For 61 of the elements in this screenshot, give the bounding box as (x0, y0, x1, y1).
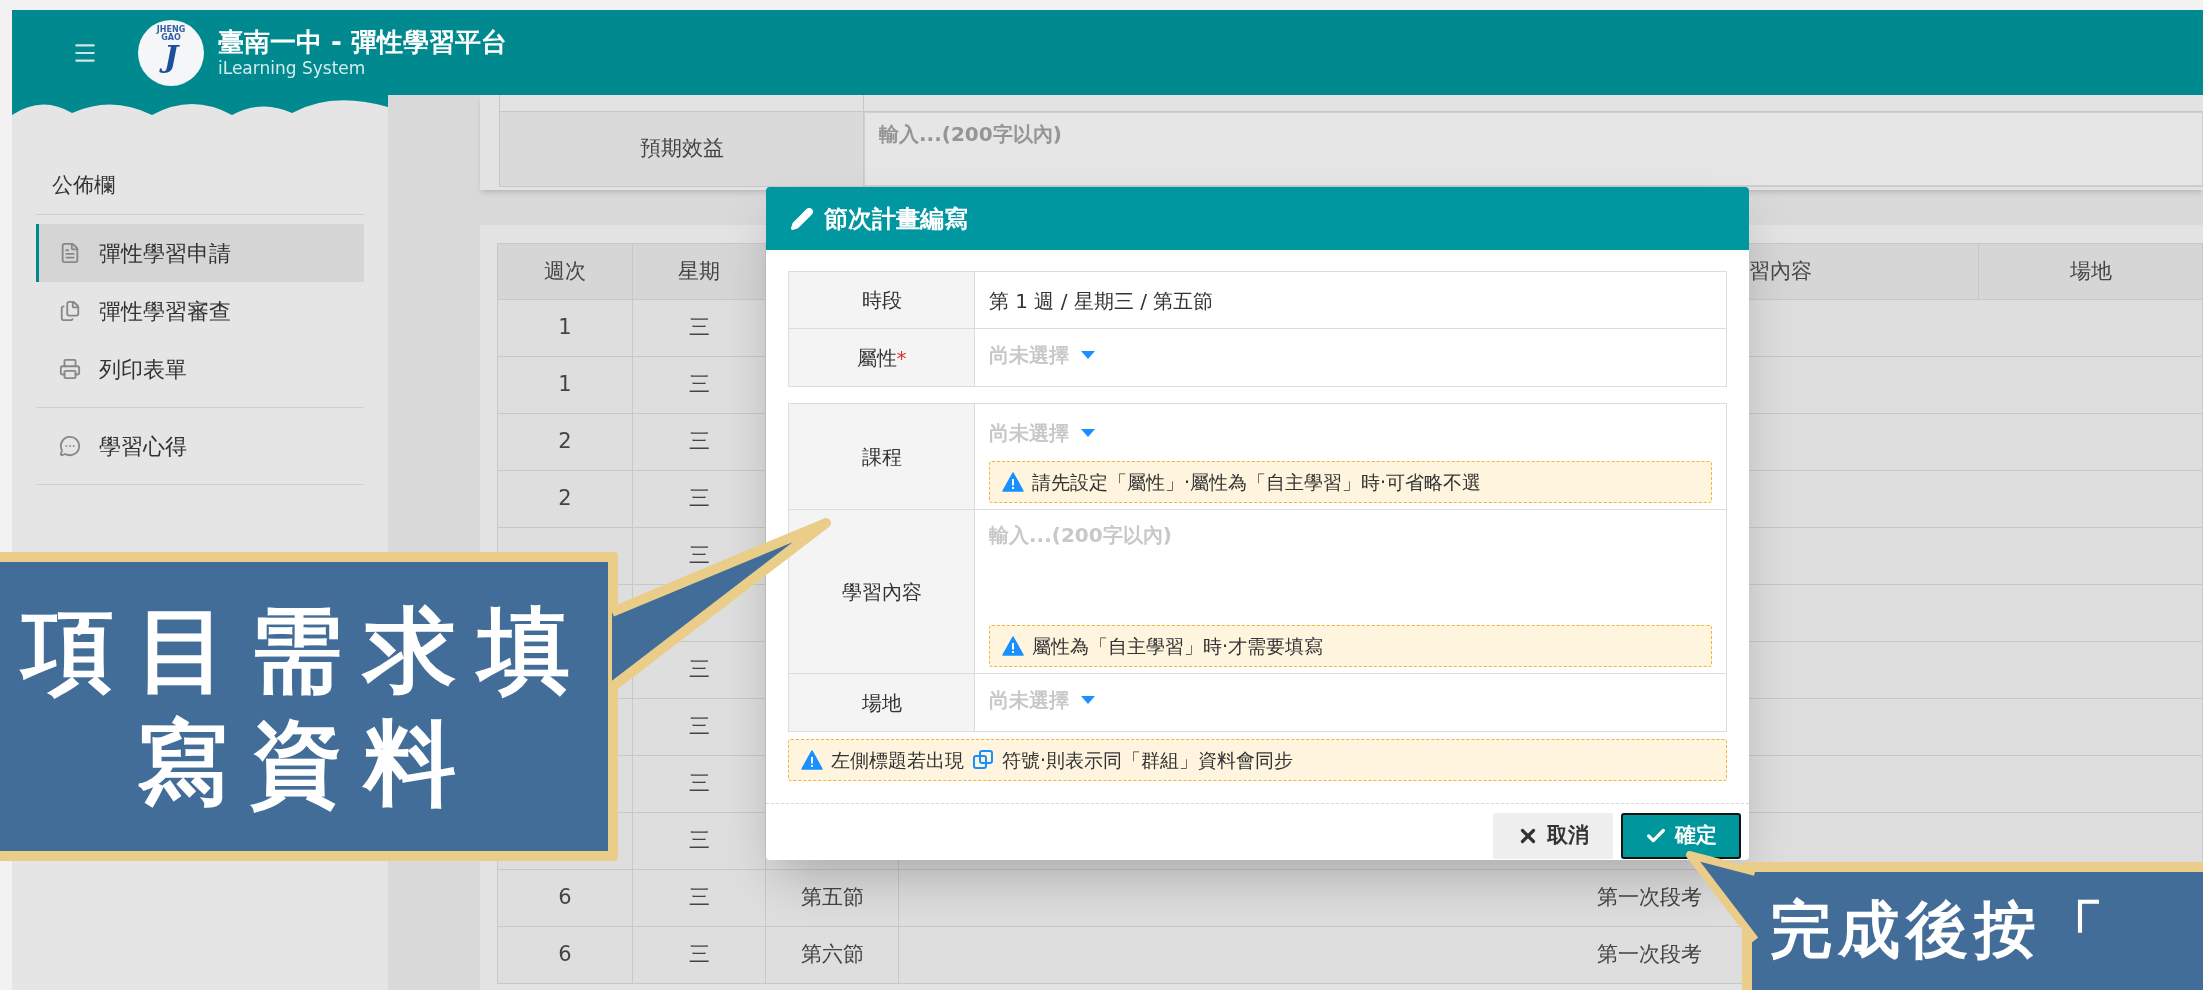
table-cell-text: 三 (688, 656, 710, 684)
callout-text: 完成後按「 (1770, 893, 2110, 966)
table-cell-text: 2 (558, 428, 572, 456)
table-cell-text: 第六節 (800, 941, 864, 969)
sidebar-item[interactable]: 彈性學習審查 (36, 282, 364, 340)
field-label: 學習內容 (841, 578, 922, 606)
confirm-button[interactable]: 確定 (1621, 813, 1741, 859)
warning-icon (1002, 472, 1024, 492)
table-cell-text: 三 (688, 941, 710, 969)
dialog-title: 節次計畫編寫 (824, 203, 968, 235)
caret-icon (1081, 428, 1095, 437)
table-cell-text: 三 (688, 428, 710, 456)
column-header: 週次 (498, 244, 633, 299)
table-cell-text: 2 (558, 485, 572, 513)
table-cell-text: 1 (558, 314, 572, 342)
warning-icon (801, 750, 823, 770)
cancel-button[interactable]: 取消 (1493, 813, 1613, 859)
field-label: 課程 (861, 443, 902, 471)
field-label: 場地 (861, 689, 902, 717)
sidebar-item-icon (59, 435, 81, 457)
input-field[interactable]: 輸入...(200字以內) (864, 112, 2203, 186)
column-header: 場地 (2068, 257, 2113, 285)
logo-text: JHENG (156, 25, 186, 34)
hint-text: 左側標題若出現 (831, 747, 964, 773)
table-cell-text: 三 (688, 371, 710, 399)
logo-text: GAO (161, 33, 181, 42)
field-label: 時段 (861, 287, 902, 314)
table-cell-text: 三 (688, 542, 710, 570)
table-cell-text: 三 (688, 713, 710, 741)
table-cell-text: 6 (558, 941, 572, 969)
sidebar-item[interactable]: 彈性學習申請 (36, 224, 364, 282)
table-cell-text: 三 (688, 485, 710, 513)
sidebar-item-icon (59, 358, 81, 380)
table-cell-text: 第五節 (800, 884, 864, 912)
table-cell-text: 第一次段考 (1597, 941, 1702, 969)
hint-text: 符號·則表示同「群組」資料會同步 (1002, 747, 1294, 773)
field-label: 預期效益 (639, 135, 724, 163)
table-cell-text: 三 (688, 827, 710, 855)
callout-text: 項目需求填寫資料 (7, 593, 607, 820)
caret-icon (1081, 350, 1095, 359)
table-cell-text: 三 (688, 770, 710, 798)
sidebar-item-icon (59, 300, 81, 322)
warning-text: 屬性為「自主學習」時·才需要填寫 (1032, 633, 1324, 659)
caret-icon (1081, 695, 1095, 704)
table-cell-text: 第一次段考 (1597, 884, 1702, 912)
copy-icon (972, 749, 994, 771)
warning-text: 請先設定「屬性」·屬性為「自主學習」時·可省略不選 (1032, 469, 1482, 495)
table-cell-text: 三 (688, 314, 710, 342)
table-cell-text: 三 (688, 884, 710, 912)
table-cell-text: 6 (558, 884, 572, 912)
app-subtitle: iLearning System (218, 58, 367, 80)
pencil-icon (790, 206, 814, 231)
app-title: 臺南一中 - 彈性學習平台 (218, 25, 507, 59)
sidebar-item[interactable]: 列印表單 (36, 340, 364, 398)
table-cell-text: 1 (558, 371, 572, 399)
field-label: 屬性 (856, 344, 897, 372)
sidebar-item-icon (59, 242, 81, 264)
sidebar-item[interactable]: 學習心得 (36, 417, 364, 475)
sidebar-heading: 公佈欄 (52, 171, 115, 199)
required-mark: * (896, 344, 907, 372)
warning-icon (1002, 636, 1024, 656)
